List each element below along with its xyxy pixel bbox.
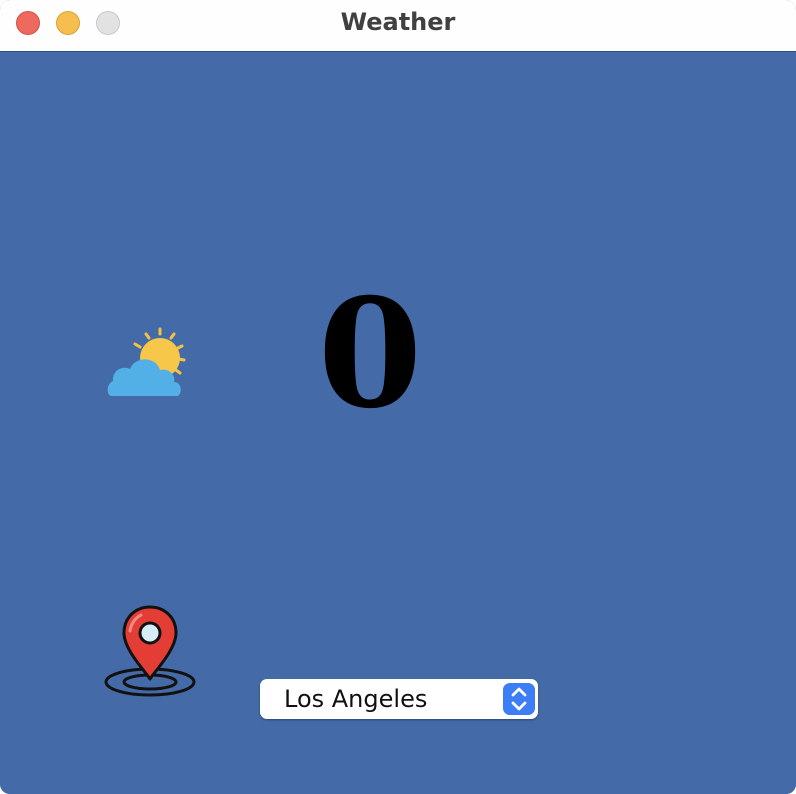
- temperature-value: 0: [317, 266, 423, 442]
- weather-panel: 0 Los Angeles: [0, 52, 796, 794]
- title-bar[interactable]: Weather: [0, 0, 796, 52]
- city-select[interactable]: Los Angeles: [260, 679, 538, 719]
- select-stepper-icon[interactable]: [503, 683, 535, 715]
- weather-window: Weather 0 Los Angeles: [0, 0, 796, 794]
- map-pin-icon: [104, 605, 196, 697]
- selected-city: Los Angeles: [284, 685, 428, 713]
- partly-cloudy-icon: [107, 327, 186, 396]
- window-title: Weather: [340, 8, 456, 36]
